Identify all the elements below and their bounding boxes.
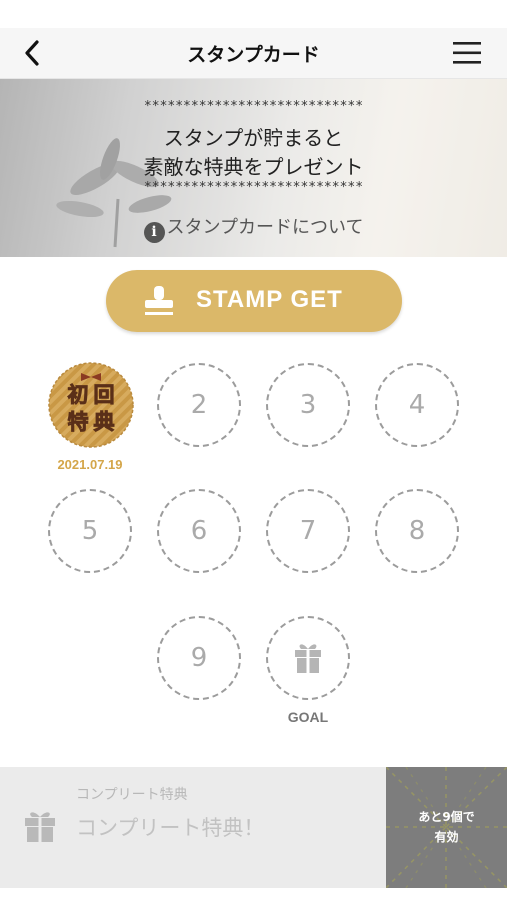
hero-stars-bottom: ****************************	[143, 180, 364, 195]
status-bar	[0, 0, 507, 28]
complete-bonus-panel[interactable]: コンプリート特典 コンプリート特典！ あと9個で 有効	[0, 767, 507, 888]
complete-caption: コンプリート特典	[76, 787, 188, 803]
about-link-label: スタンプカードについて	[166, 217, 364, 238]
stamp-slot-7: 7	[266, 489, 350, 573]
first-bonus-char-4: 典	[94, 410, 115, 434]
stamp-get-button[interactable]: STAMP GET	[106, 270, 402, 332]
goal-label: GOAL	[287, 709, 329, 725]
stamp-date: 2021.07.19	[57, 457, 123, 472]
stamp-icon	[145, 286, 173, 315]
nav-bar: スタンプカード	[0, 28, 507, 79]
first-bonus-char-3: 特	[68, 410, 89, 434]
stamp-slot-5: 5	[48, 489, 132, 573]
thumbnail-remaining-text: あと9個で 有効	[386, 807, 507, 847]
info-icon: i	[143, 222, 165, 243]
thumbnail-line-2: 有効	[434, 830, 459, 844]
stamp-slot-2: 2	[157, 363, 241, 447]
stamp-slot-3: 3	[266, 363, 350, 447]
stamp-slot-8: 8	[375, 489, 459, 573]
first-bonus-stamp: 初 回 特 典	[48, 362, 134, 448]
hero-line-1: スタンプが貯まると	[163, 126, 344, 150]
gift-icon	[295, 644, 321, 673]
hero-line-2: 素敵な特典をプレゼント	[143, 155, 364, 179]
about-stampcard-link[interactable]: i スタンプカードについて	[0, 213, 507, 243]
gift-icon	[25, 812, 55, 842]
stamp-slot-4: 4	[375, 363, 459, 447]
page-title: スタンプカード	[187, 44, 320, 66]
menu-button[interactable]	[452, 40, 482, 66]
hero-stars-top: ****************************	[143, 99, 364, 114]
stamp-get-label: STAMP GET	[196, 286, 343, 313]
thumbnail-line-1: あと9個で	[418, 810, 475, 824]
stamp-slot-goal	[266, 616, 350, 700]
complete-title: コンプリート特典！	[76, 816, 265, 840]
stamp-slot-9: 9	[157, 616, 241, 700]
first-bonus-char-2: 回	[94, 383, 115, 407]
stamp-slot-1-first-bonus: 初 回 特 典	[48, 362, 134, 448]
stamp-slot-6: 6	[157, 489, 241, 573]
complete-bonus-thumbnail[interactable]: あと9個で 有効	[386, 767, 507, 888]
first-bonus-char-1: 初	[68, 383, 89, 407]
hamburger-menu-icon	[453, 42, 481, 64]
